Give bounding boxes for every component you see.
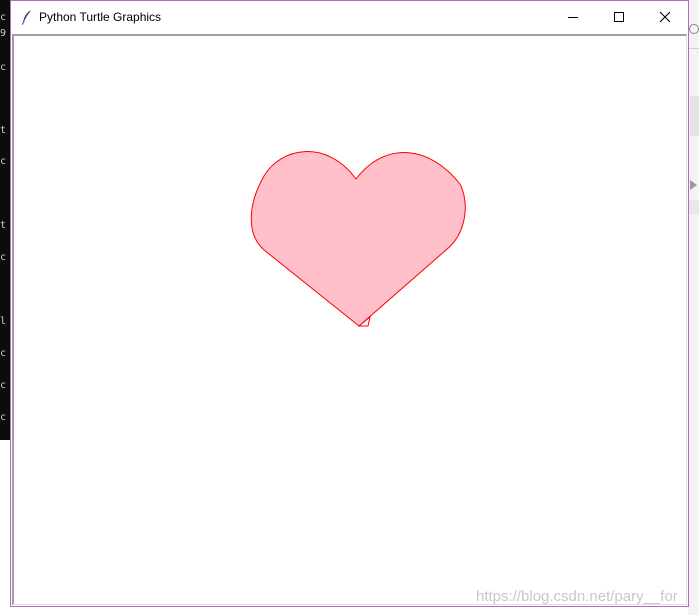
divider	[688, 48, 699, 49]
turtle-canvas[interactable]	[12, 34, 687, 605]
background-panel	[688, 200, 699, 214]
search-icon	[689, 24, 699, 34]
background-panel	[690, 96, 699, 136]
minimize-button[interactable]	[550, 1, 596, 32]
heart-shape	[250, 151, 466, 327]
watermark-text: https://blog.csdn.net/pary__for	[476, 588, 678, 605]
maximize-button[interactable]	[596, 1, 642, 32]
background-window-edge	[688, 0, 699, 615]
maximize-icon	[614, 11, 624, 22]
window-title: Python Turtle Graphics	[39, 9, 162, 24]
close-button[interactable]	[642, 1, 688, 32]
close-icon	[659, 11, 671, 22]
chevron-right-icon	[690, 180, 697, 190]
feather-icon	[17, 1, 37, 32]
title-bar[interactable]: Python Turtle Graphics	[11, 1, 688, 32]
turtle-window: Python Turtle Graphics	[10, 0, 689, 607]
minimize-icon	[568, 16, 578, 18]
